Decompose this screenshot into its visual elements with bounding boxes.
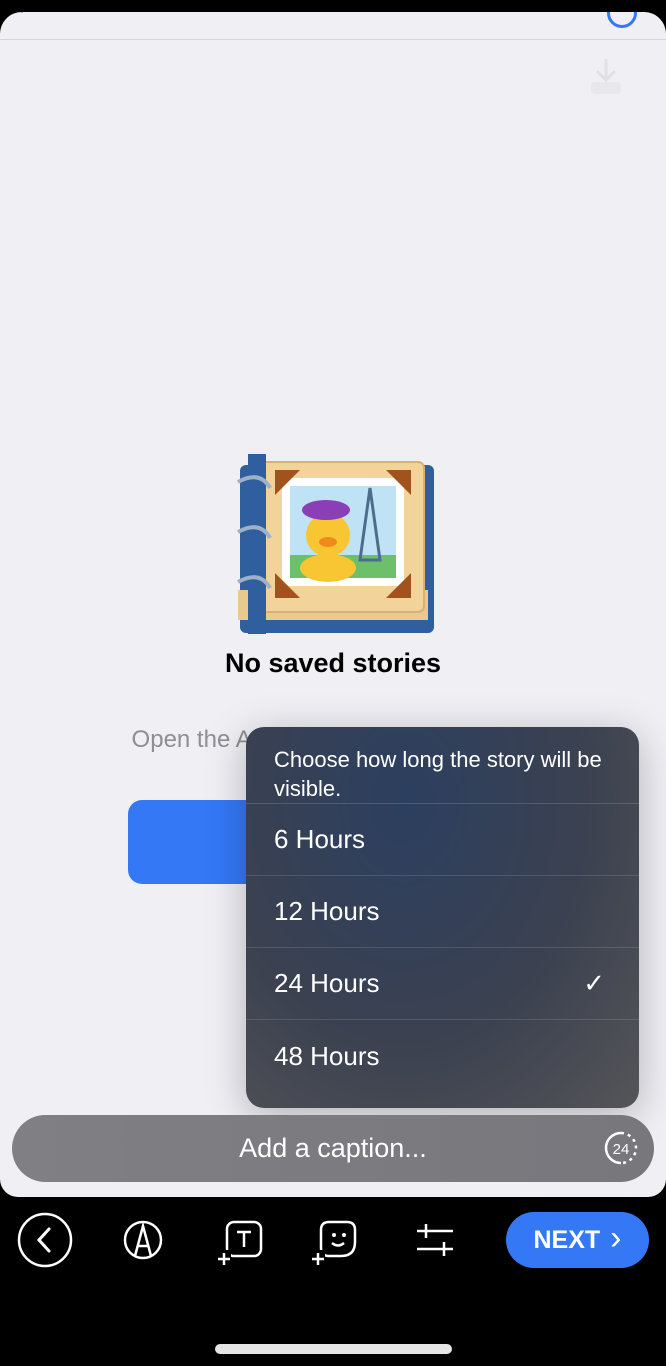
menu-item-24-hours[interactable]: 24 Hours ✓ bbox=[246, 948, 639, 1020]
menu-item-label: 48 Hours bbox=[274, 1040, 380, 1071]
timer-24-icon[interactable]: 24 bbox=[604, 1131, 638, 1165]
back-circle-icon[interactable] bbox=[17, 1212, 73, 1268]
menu-header: Choose how long the story will be visibl… bbox=[246, 727, 639, 804]
add-sticker-icon[interactable] bbox=[307, 1212, 363, 1268]
next-button[interactable]: NEXT › bbox=[506, 1212, 649, 1268]
menu-item-label: 12 Hours bbox=[274, 896, 380, 926]
caption-placeholder: Add a caption... bbox=[239, 1133, 427, 1163]
menu-item-label: 6 Hours bbox=[274, 824, 366, 854]
menu-item-48-hours[interactable]: 48 Hours bbox=[246, 1020, 639, 1092]
header-divider bbox=[0, 39, 666, 40]
back-icon[interactable] bbox=[19, 12, 40, 22]
adjustments-icon[interactable] bbox=[407, 1212, 463, 1268]
menu-item-6-hours[interactable]: 6 Hours bbox=[246, 804, 639, 876]
status-circle-icon[interactable] bbox=[607, 12, 637, 28]
timer-value: 24 bbox=[613, 1141, 630, 1158]
checkmark-icon: ✓ bbox=[583, 968, 605, 998]
visibility-duration-menu: Choose how long the story will be visibl… bbox=[246, 727, 639, 1108]
empty-state-title: No saved stories bbox=[224, 648, 442, 678]
draw-pen-icon[interactable] bbox=[115, 1212, 171, 1268]
add-text-icon[interactable] bbox=[213, 1212, 269, 1268]
chevron-right-icon: › bbox=[610, 1218, 622, 1257]
caption-input[interactable]: Add a caption... 24 bbox=[12, 1115, 654, 1182]
menu-item-12-hours[interactable]: 12 Hours bbox=[246, 876, 639, 948]
home-indicator bbox=[215, 1344, 452, 1354]
next-label: NEXT bbox=[533, 1225, 601, 1254]
menu-item-label: 24 Hours bbox=[274, 968, 380, 998]
download-icon[interactable] bbox=[588, 56, 624, 96]
photo-album-illustration bbox=[237, 454, 434, 634]
